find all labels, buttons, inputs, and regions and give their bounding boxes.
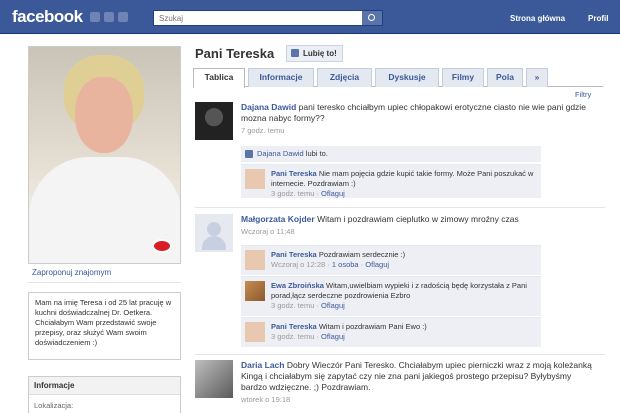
search-input[interactable]	[154, 11, 359, 25]
comment-avatar[interactable]	[245, 281, 265, 301]
post-divider	[195, 207, 605, 208]
post-divider	[195, 354, 605, 355]
comment-body: Pani Tereska Pozdrawiam serdecznie :) Wc…	[271, 250, 536, 270]
post-content: Daria Lach Dobry Wieczór Pani Teresko. C…	[241, 360, 595, 393]
tab-wall[interactable]: Tablica	[193, 68, 245, 88]
notification-icons	[90, 12, 128, 22]
profile-tabs: Tablica Informacje Zdjęcia Dyskusje Film…	[193, 67, 603, 88]
top-navigation-bar: facebook Strona główna Profil	[0, 0, 620, 34]
notifications-icon[interactable]	[118, 12, 128, 22]
comment-avatar[interactable]	[245, 322, 265, 342]
post-body: Daria Lach Dobry Wieczór Pani Teresko. C…	[241, 360, 595, 404]
post-body: Dajana Dawid pani teresko chciałbym upie…	[241, 102, 595, 135]
facebook-logo[interactable]: facebook	[12, 7, 83, 27]
separator-dot: ·	[316, 301, 319, 310]
comment: Pani Tereska Witam i pozdrawiam Pani Ewo…	[241, 317, 541, 347]
comment-author[interactable]: Pani Tereska	[271, 169, 317, 178]
messages-icon[interactable]	[104, 12, 114, 22]
tab-more[interactable]: »	[526, 68, 548, 87]
comment-author[interactable]: Pani Tereska	[271, 322, 317, 331]
post-timestamp[interactable]: 7 godz. temu	[241, 126, 595, 135]
avatar[interactable]	[195, 360, 233, 398]
info-box: Informacje Lokalizacja:	[28, 376, 181, 413]
comment-text: Pozdrawiam serdecznie :)	[318, 250, 406, 259]
flag-link[interactable]: Oflaguj	[321, 332, 345, 341]
comment-body: Pani Tereska Nie mam pojęcia gdzie kupić…	[271, 169, 536, 199]
home-link[interactable]: Strona główna	[510, 14, 565, 23]
friend-requests-icon[interactable]	[90, 12, 100, 22]
post-author[interactable]: Dajana Dawid	[241, 102, 296, 112]
comment-timestamp: 3 godz. temu	[271, 301, 315, 310]
likes-row: Dajana Dawid lubi to.	[241, 146, 541, 162]
profile-link[interactable]: Profil	[588, 14, 608, 23]
comment-text: Witam i pozdrawiam Pani Ewo :)	[318, 322, 427, 331]
dr-oetker-badge-icon	[152, 239, 172, 253]
post-text: Witam i pozdrawiam cieplutko w zimowy mr…	[317, 214, 519, 224]
post-author[interactable]: Małgorzata Kojder	[241, 214, 315, 224]
search-box	[153, 10, 383, 26]
info-location-label: Lokalizacja:	[34, 401, 74, 410]
tab-info[interactable]: Informacje	[248, 68, 314, 87]
bio-box: Mam na imię Teresa i od 25 lat pracuję w…	[28, 292, 181, 360]
profile-picture[interactable]	[28, 46, 181, 264]
info-heading: Informacje	[29, 377, 180, 395]
likes-suffix: lubi to.	[305, 149, 328, 158]
flag-link[interactable]: Oflaguj	[365, 260, 389, 269]
comment-timestamp: 3 godz. temu	[271, 189, 315, 198]
post-content: Dajana Dawid pani teresko chciałbym upie…	[241, 102, 595, 124]
separator-dot: ·	[327, 260, 330, 269]
post-content: Małgorzata Kojder Witam i pozdrawiam cie…	[241, 214, 595, 225]
tab-fields[interactable]: Pola	[487, 68, 523, 87]
comment-author[interactable]: Ewa Zbroińska	[271, 281, 324, 290]
post-author[interactable]: Daria Lach	[241, 360, 284, 370]
comment-timestamp: Wczoraj o 12:28	[271, 260, 326, 269]
page-title: Pani Tereska	[195, 46, 275, 61]
divider	[28, 282, 181, 283]
post-timestamp[interactable]: Wczoraj o 11:48	[241, 227, 595, 236]
search-icon[interactable]	[362, 11, 382, 25]
tab-photos[interactable]: Zdjęcia	[317, 68, 372, 87]
like-page-button[interactable]: Lubię to!	[286, 45, 343, 62]
post-text: Dobry Wieczór Pani Teresko. Chciałabym u…	[241, 360, 592, 392]
suggest-to-friends-link[interactable]: Zaproponuj znajomym	[32, 268, 111, 277]
post-body: Małgorzata Kojder Witam i pozdrawiam cie…	[241, 214, 595, 236]
flag-link[interactable]: Oflaguj	[321, 189, 345, 198]
comment-body: Ewa Zbroińska Witam,uwielbiam wypieki i …	[271, 281, 536, 311]
tab-discussions[interactable]: Dyskusje	[375, 68, 439, 87]
comment-avatar[interactable]	[245, 250, 265, 270]
separator-dot: ·	[360, 260, 364, 269]
separator-dot: ·	[316, 189, 319, 198]
avatar[interactable]	[195, 102, 233, 140]
liker-name[interactable]: Dajana Dawid	[257, 149, 304, 158]
comment-like-count[interactable]: 1 osoba	[332, 260, 359, 269]
avatar[interactable]	[195, 214, 233, 252]
filters-link[interactable]: Filtry	[575, 90, 591, 99]
tab-videos[interactable]: Filmy	[442, 68, 484, 87]
post-timestamp[interactable]: wtorek o 19:18	[241, 395, 595, 404]
comment-author[interactable]: Pani Tereska	[271, 250, 317, 259]
photo-face	[75, 77, 133, 153]
comment-timestamp: 3 godz. temu	[271, 332, 315, 341]
comment-avatar[interactable]	[245, 169, 265, 189]
comment: Pani Tereska Pozdrawiam serdecznie :) Wc…	[241, 245, 541, 275]
comment: Pani Tereska Nie mam pojęcia gdzie kupić…	[241, 164, 541, 198]
flag-link[interactable]: Oflaguj	[321, 301, 345, 310]
separator-dot: ·	[316, 332, 319, 341]
comment-body: Pani Tereska Witam i pozdrawiam Pani Ewo…	[271, 322, 536, 342]
comment: Ewa Zbroińska Witam,uwielbiam wypieki i …	[241, 276, 541, 316]
